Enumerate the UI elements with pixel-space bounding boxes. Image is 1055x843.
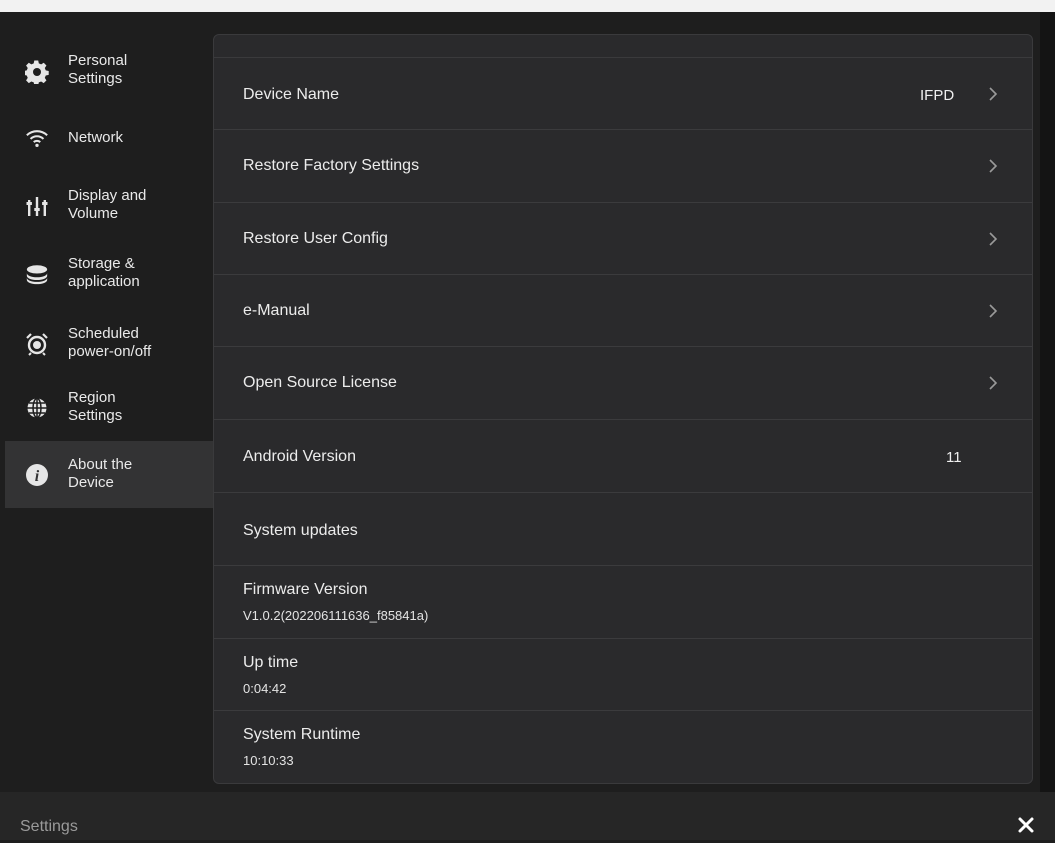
row-label: Restore User Config <box>243 230 388 247</box>
sidebar-item-label: Personal Settings <box>68 52 128 87</box>
about-device-panel: Device Name IFPD Restore Factory Setting… <box>213 34 1033 784</box>
row-up-time: Up time 0:04:42 <box>214 639 1032 711</box>
panel-header-strip <box>214 35 1032 58</box>
sidebar-item-scheduled-power[interactable]: Scheduled power-on/off <box>5 314 215 374</box>
row-e-manual[interactable]: e-Manual <box>214 275 1032 347</box>
row-restore-factory-settings[interactable]: Restore Factory Settings <box>214 130 1032 203</box>
right-edge <box>1040 12 1055 792</box>
gear-icon <box>25 60 49 84</box>
sidebar-item-region-settings[interactable]: Region Settings <box>5 380 215 436</box>
footer-title: Settings <box>20 818 78 835</box>
chevron-right-icon <box>986 374 1000 392</box>
alarm-clock-icon <box>25 332 49 356</box>
row-device-name[interactable]: Device Name IFPD <box>214 58 1032 130</box>
sliders-icon <box>25 194 49 218</box>
row-label: Open Source License <box>243 374 397 391</box>
row-system-updates[interactable]: System updates <box>214 493 1032 566</box>
sidebar-item-personal-settings[interactable]: Personal Settings <box>5 42 215 102</box>
firmware-version-value: V1.0.2(202206111636_f85841a) <box>243 608 429 623</box>
sidebar-item-display-and-volume[interactable]: Display and Volume <box>5 178 215 234</box>
sidebar-item-network[interactable]: Network <box>5 118 215 158</box>
up-time-value: 0:04:42 <box>243 681 287 696</box>
row-label: Android Version <box>243 448 356 465</box>
chevron-right-icon <box>986 230 1000 248</box>
row-firmware-version: Firmware Version V1.0.2(202206111636_f85… <box>214 566 1032 639</box>
sidebar: Personal Settings Network Display and Vo… <box>5 30 215 790</box>
row-restore-user-config[interactable]: Restore User Config <box>214 203 1032 275</box>
sidebar-item-storage-and-application[interactable]: Storage & application <box>5 246 215 302</box>
sidebar-item-label: Region Settings <box>68 389 123 424</box>
storage-icon <box>25 262 49 286</box>
system-runtime-value: 10:10:33 <box>243 753 294 768</box>
sidebar-item-label: Display and Volume <box>68 187 147 222</box>
row-label: System Runtime <box>243 726 361 743</box>
row-android-version: Android Version 11 <box>214 420 1032 493</box>
row-label: Device Name <box>243 86 340 103</box>
row-label: e-Manual <box>243 302 310 319</box>
row-label: Up time <box>243 654 299 671</box>
chevron-right-icon <box>986 157 1000 175</box>
close-icon[interactable] <box>1013 812 1039 838</box>
sidebar-item-about-device[interactable]: i About the Device <box>5 441 215 508</box>
android-version-value: 11 <box>946 449 962 466</box>
row-label: Restore Factory Settings <box>243 157 420 174</box>
globe-icon <box>25 396 49 420</box>
device-name-value: IFPD <box>920 87 955 104</box>
sidebar-item-label: Network <box>68 129 124 146</box>
sidebar-item-label: Storage & application <box>68 255 140 290</box>
row-system-runtime: System Runtime 10:10:33 <box>214 711 1032 783</box>
chevron-right-icon <box>986 85 1000 103</box>
chevron-right-icon <box>986 302 1000 320</box>
row-open-source-license[interactable]: Open Source License <box>214 347 1032 420</box>
info-icon: i <box>25 463 49 487</box>
row-label: System updates <box>243 522 358 539</box>
top-edge <box>0 0 1055 12</box>
sidebar-item-label: About the Device <box>68 456 133 491</box>
footer-bar: Settings <box>0 792 1055 840</box>
wifi-icon <box>25 126 49 150</box>
sidebar-item-label: Scheduled power-on/off <box>68 325 152 360</box>
row-label: Firmware Version <box>243 581 368 598</box>
svg-text:i: i <box>35 468 40 485</box>
